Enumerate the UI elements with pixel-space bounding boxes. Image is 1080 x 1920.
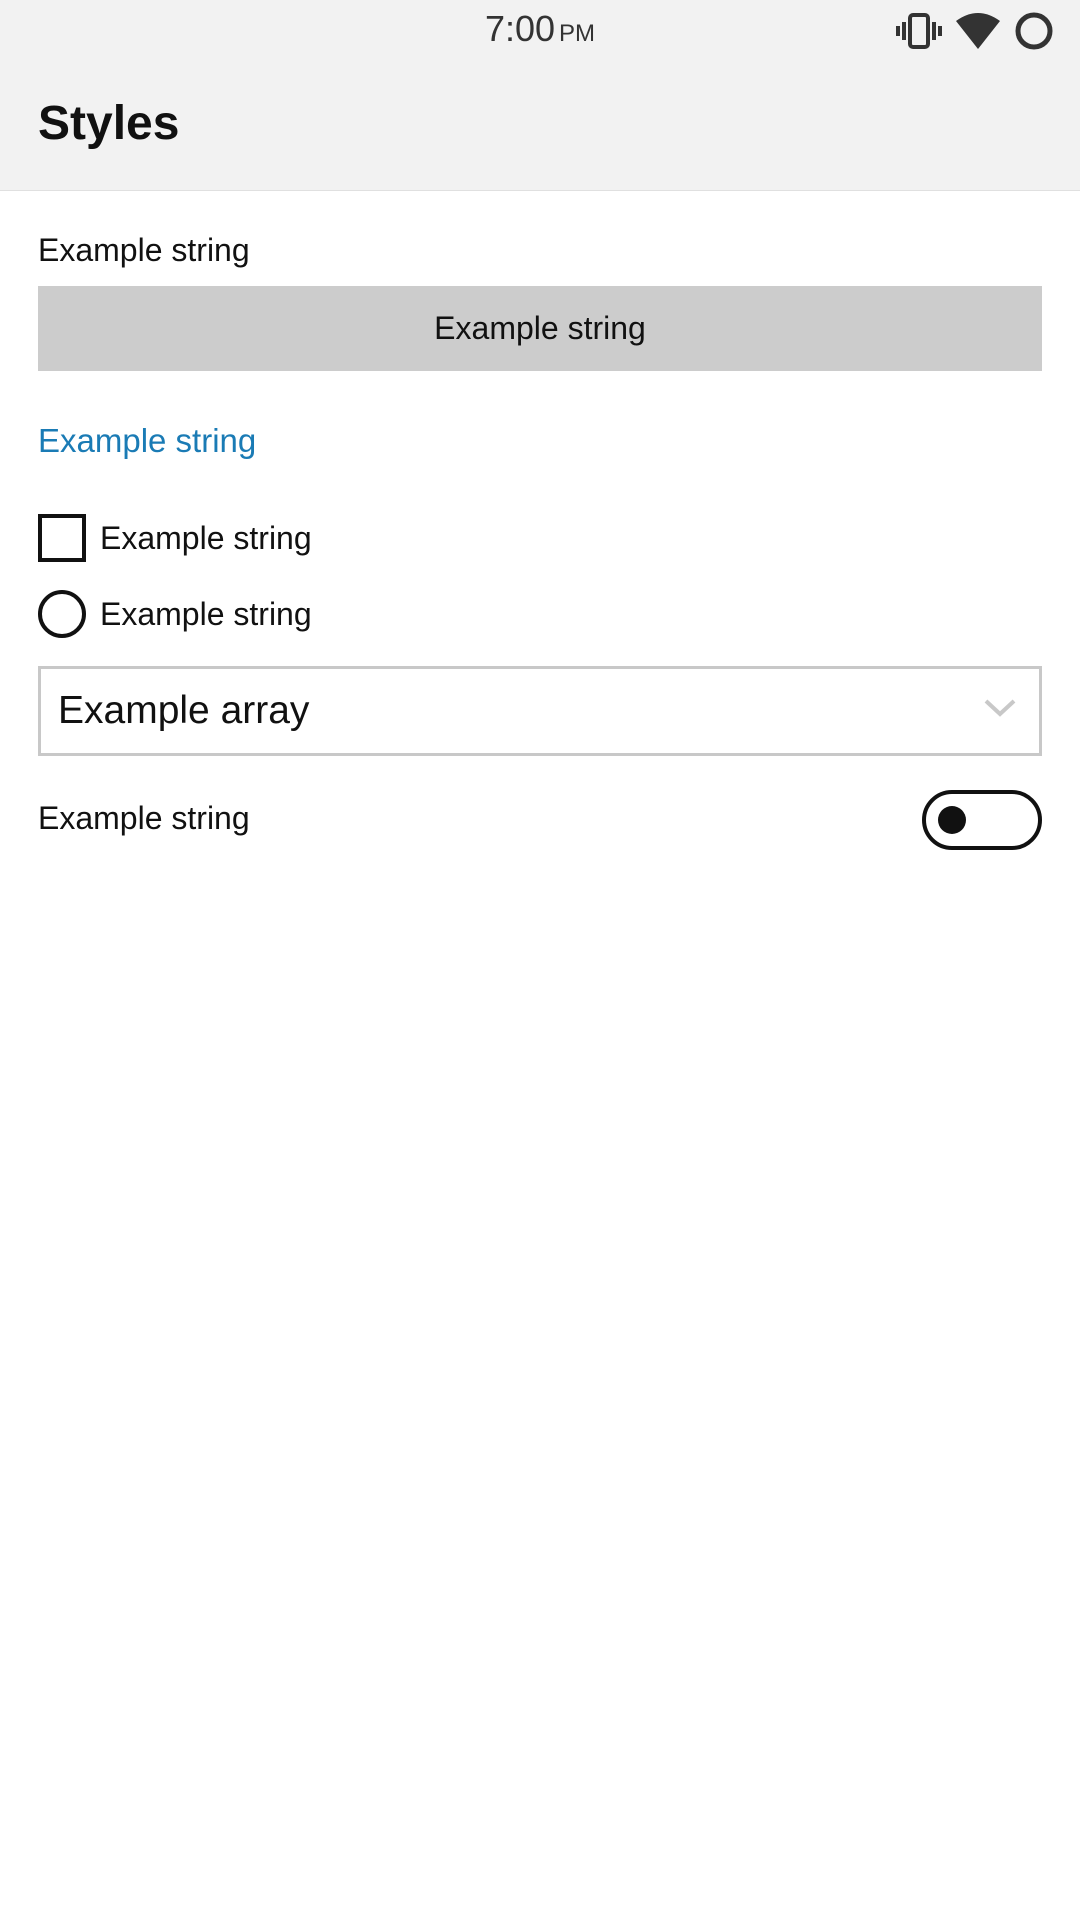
chevron-down-icon — [983, 697, 1017, 724]
app-bar: 7:00 PM Styles — [0, 0, 1080, 191]
checkbox[interactable] — [38, 514, 86, 562]
battery-circle-icon — [1014, 11, 1054, 51]
dropdown-selected-value: Example array — [58, 689, 310, 732]
example-text-label: Example string — [38, 232, 250, 268]
example-link[interactable]: Example string — [38, 422, 256, 460]
toggle-switch[interactable] — [922, 790, 1042, 850]
toggle-knob — [938, 806, 966, 834]
radio-label: Example string — [100, 595, 312, 632]
radio-button[interactable] — [38, 590, 86, 638]
example-button[interactable]: Example string — [38, 286, 1042, 371]
radio-row[interactable]: Example string — [38, 590, 312, 638]
dropdown-select[interactable]: Example array — [38, 666, 1042, 756]
vibrate-icon — [896, 12, 942, 50]
switch-label: Example string — [38, 800, 250, 836]
page-title: Styles — [38, 97, 180, 150]
status-time-ampm: PM — [559, 20, 596, 47]
checkbox-label: Example string — [100, 519, 312, 556]
checkbox-row[interactable]: Example string — [38, 514, 312, 562]
wifi-icon — [956, 13, 1000, 49]
status-icons — [896, 10, 1054, 52]
status-time-value: 7:00 — [484, 8, 556, 49]
